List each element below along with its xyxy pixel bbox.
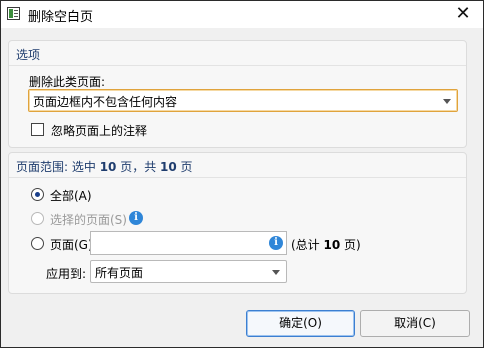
radio-all[interactable] — [31, 188, 44, 201]
total-page-count: 10 — [160, 160, 177, 174]
dialog-body: 选项 删除此类页面: 页面边框内不包含任何内容 忽略页面上的注释 页面范围: 选… — [1, 28, 483, 347]
page-range-title-mid: 页，共 — [116, 160, 161, 174]
selected-page-count: 10 — [99, 160, 117, 174]
chevron-down-icon — [272, 269, 280, 275]
close-icon[interactable]: ✕ — [451, 3, 475, 25]
app-icon — [7, 7, 20, 20]
options-section: 选项 删除此类页面: 页面边框内不包含任何内容 忽略页面上的注释 — [8, 40, 467, 148]
cancel-button[interactable]: 取消(C) — [360, 310, 470, 337]
apply-to-value: 所有页面 — [95, 266, 144, 280]
delete-type-value: 页面边框内不包含任何内容 — [33, 95, 178, 109]
apply-to-dropdown[interactable]: 所有页面 — [90, 260, 287, 283]
chevron-down-icon — [443, 98, 451, 104]
ok-button[interactable]: 确定(O) — [246, 310, 355, 337]
total-pages-prefix: (总计 — [291, 238, 324, 252]
page-range-input[interactable]: i — [90, 231, 287, 255]
radio-selected-pages-label[interactable]: 选择的页面(S) — [50, 211, 127, 228]
ignore-annotations-checkbox[interactable] — [31, 123, 44, 136]
total-pages-text: (总计 10 页) — [291, 236, 361, 253]
info-icon[interactable]: i — [269, 236, 283, 250]
total-pages-suffix: 页) — [340, 238, 361, 252]
window-title: 删除空白页 — [28, 10, 94, 25]
radio-page-range[interactable] — [31, 237, 44, 250]
section-divider — [9, 65, 466, 66]
section-divider — [9, 177, 466, 178]
radio-page-range-label[interactable]: 页面(G) — [50, 236, 93, 253]
radio-all-label[interactable]: 全部(A) — [50, 187, 92, 204]
ignore-annotations-label[interactable]: 忽略页面上的注释 — [51, 122, 147, 139]
options-section-title: 选项 — [16, 48, 41, 62]
apply-to-label: 应用到: — [46, 267, 87, 281]
info-icon[interactable]: i — [129, 211, 143, 225]
total-pages-number: 10 — [323, 238, 341, 252]
delete-type-label: 删除此类页面: — [29, 75, 106, 89]
page-range-title-suffix: 页 — [176, 160, 193, 174]
page-range-section-title: 页面范围: 选中 10 页，共 10 页 — [16, 158, 193, 175]
radio-selected-pages[interactable] — [31, 212, 44, 225]
title-bar: 删除空白页 ✕ — [1, 1, 483, 28]
page-range-title-prefix: 页面范围: 选中 — [16, 160, 100, 174]
dialog-window: 删除空白页 ✕ 选项 删除此类页面: 页面边框内不包含任何内容 忽略页面上的注释… — [0, 0, 484, 348]
delete-type-dropdown[interactable]: 页面边框内不包含任何内容 — [28, 89, 458, 112]
page-range-section: 页面范围: 选中 10 页，共 10 页 全部(A) 选择的页面(S) i 页面… — [8, 152, 467, 294]
